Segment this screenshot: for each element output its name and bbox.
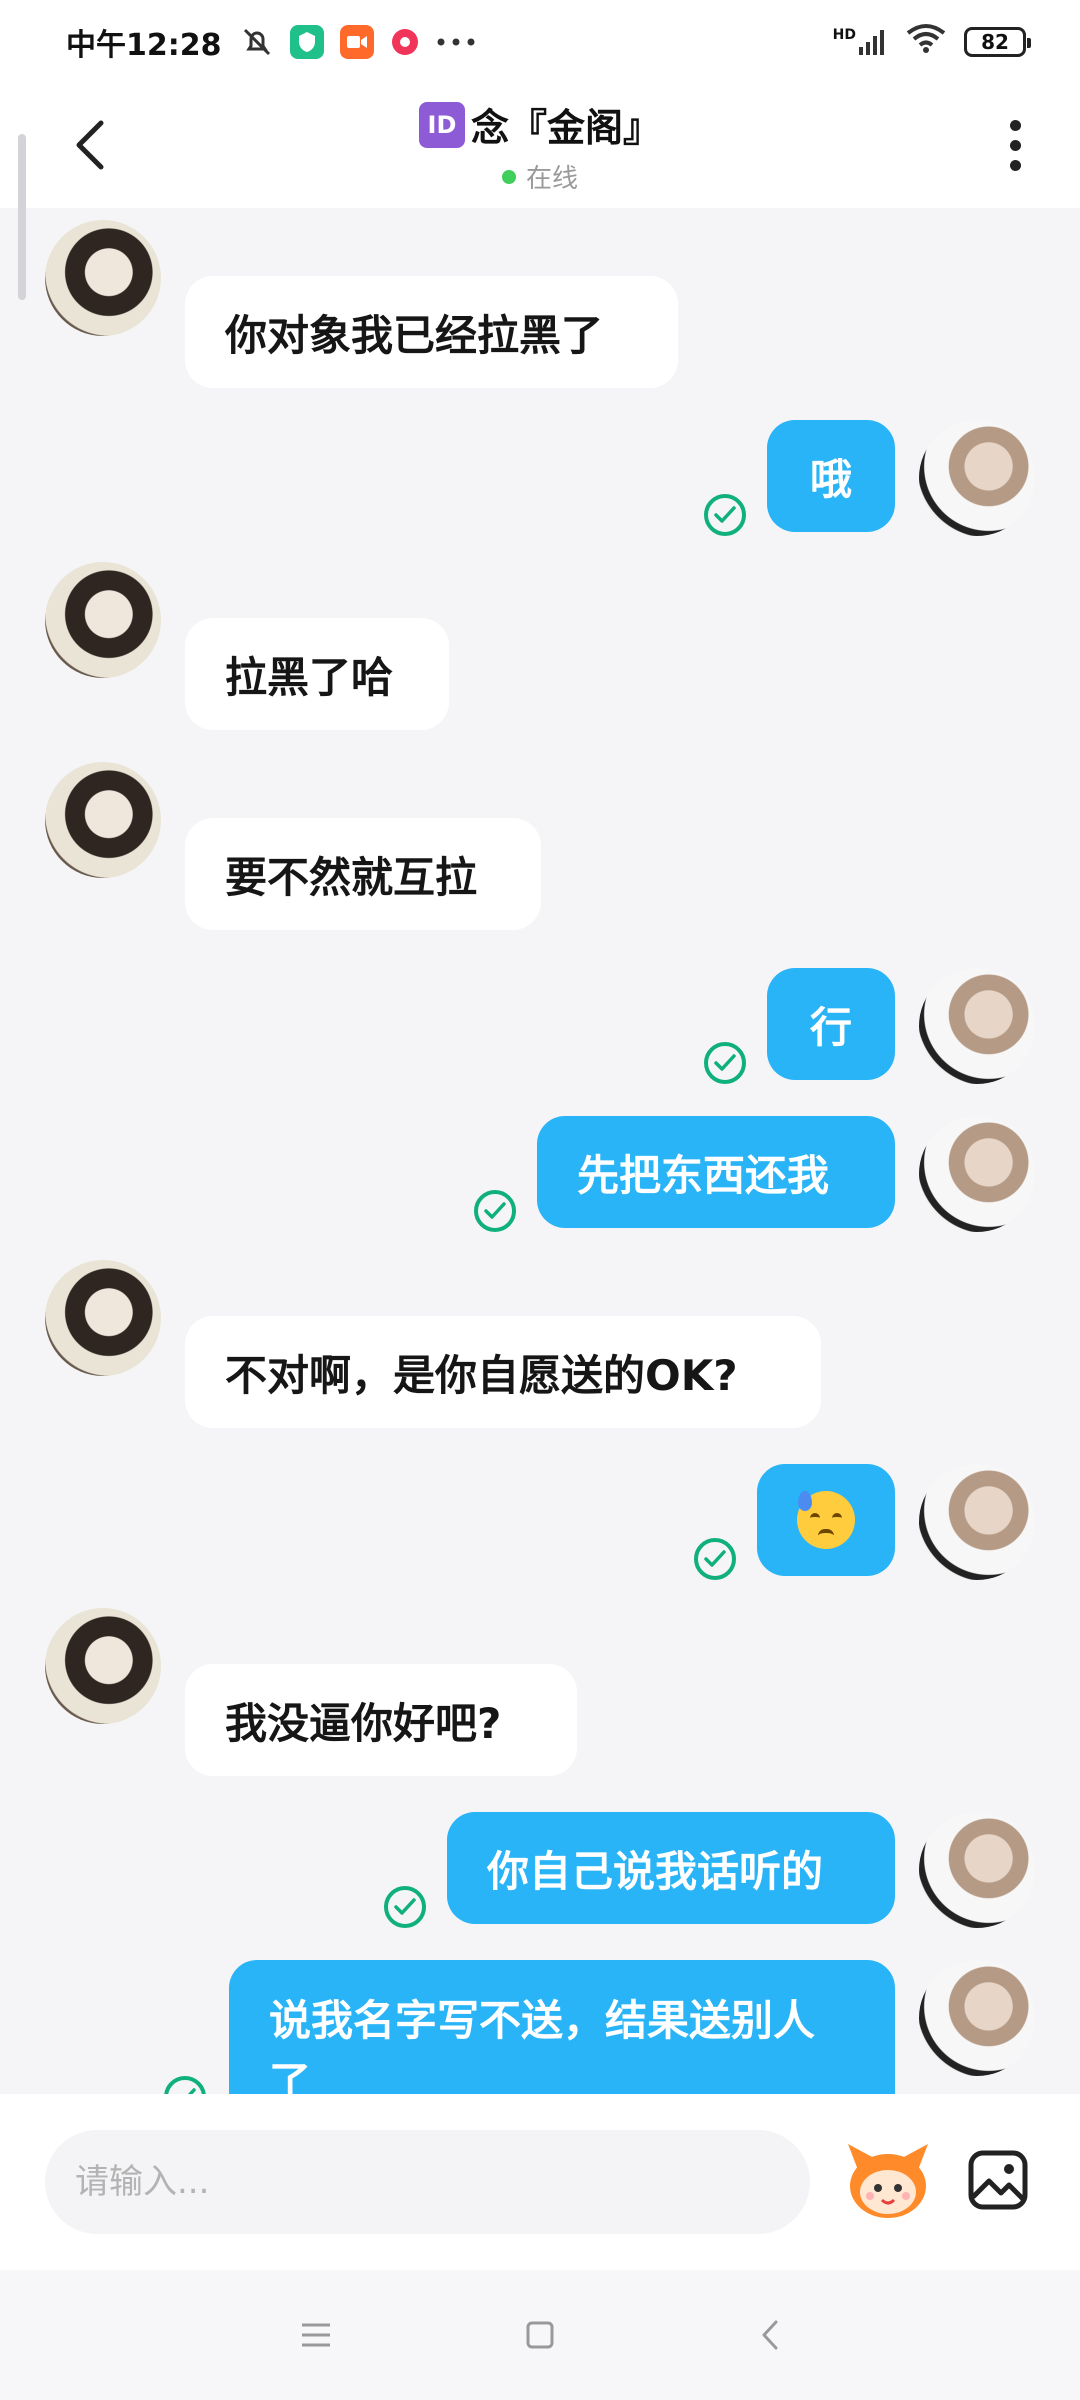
menu-icon	[302, 2323, 330, 2347]
status-bar: 中午12:28 HD 82	[0, 0, 1080, 84]
chat-screen: 中午12:28 HD 82 ID 念『金阁』 在线 你对象我已经拉黑了 哦 拉黑…	[0, 0, 1080, 2400]
message-row: 我没逼你好吧?	[0, 1608, 1080, 1798]
online-status-text: 在线	[525, 164, 578, 194]
message-row: 行	[0, 962, 1080, 1092]
message-input-bar	[0, 2094, 1080, 2270]
image-picker-button[interactable]	[960, 2132, 1036, 2228]
chat-header: ID 念『金阁』 在线	[0, 84, 1080, 208]
home-square-icon	[526, 2321, 554, 2349]
message-row: 拉黑了哈	[0, 562, 1080, 742]
message-row: 不对啊，是你自愿送的OK?	[0, 1260, 1080, 1450]
message-row: 要不然就互拉	[0, 762, 1080, 942]
chat-title-block[interactable]: ID 念『金阁』 在线	[418, 97, 661, 195]
online-dot-icon	[501, 169, 516, 184]
incoming-message[interactable]: 拉黑了哈	[185, 618, 449, 730]
contact-avatar[interactable]	[45, 562, 161, 678]
more-options-button[interactable]	[990, 110, 1040, 180]
more-dot	[1009, 159, 1021, 171]
message-list[interactable]: 你对象我已经拉黑了 哦 拉黑了哈 要不然就互拉 行 先把东西还我 不对啊，是你自…	[0, 208, 1080, 2094]
music-app-icon	[390, 27, 420, 57]
outgoing-message[interactable]: 你自己说我话听的	[447, 1812, 895, 1924]
my-avatar[interactable]	[919, 1812, 1035, 1928]
chevron-left-icon	[76, 120, 104, 170]
contact-name-text: 念『金阁』	[470, 106, 661, 150]
more-dot	[1009, 119, 1021, 131]
video-app-icon	[339, 25, 374, 59]
app-shield-icon	[289, 25, 324, 59]
mute-icon	[240, 25, 274, 59]
contact-avatar[interactable]	[45, 1608, 161, 1724]
message-input[interactable]	[45, 2130, 810, 2234]
sweat-drop	[798, 1491, 812, 1511]
status-right: HD 82	[833, 23, 1031, 61]
emoji-mouth	[818, 1529, 834, 1536]
read-check-icon	[474, 1190, 516, 1232]
message-row: 先把东西还我	[0, 1110, 1080, 1240]
message-row: 你对象我已经拉黑了	[0, 214, 1080, 414]
my-avatar[interactable]	[919, 1464, 1035, 1580]
id-badge: ID	[418, 101, 465, 148]
incoming-message[interactable]: 我没逼你好吧?	[185, 1664, 577, 1776]
my-avatar[interactable]	[919, 968, 1035, 1084]
system-nav-bar	[0, 2270, 1080, 2400]
sticker-mascot-button[interactable]	[840, 2132, 936, 2228]
read-check-icon	[164, 2076, 206, 2094]
back-button[interactable]	[60, 110, 120, 180]
contact-avatar[interactable]	[45, 1260, 161, 1376]
wifi-icon	[906, 23, 946, 61]
online-status: 在线	[419, 158, 661, 195]
outgoing-message[interactable]: 行	[767, 968, 895, 1080]
incoming-message[interactable]: 不对啊，是你自愿送的OK?	[185, 1316, 821, 1428]
read-check-icon	[704, 494, 746, 536]
nav-menu-button[interactable]	[286, 2310, 346, 2360]
more-dot	[1009, 139, 1021, 151]
image-icon	[968, 2150, 1028, 2210]
battery-indicator: 82	[964, 27, 1031, 57]
nav-home-button[interactable]	[510, 2310, 570, 2360]
incoming-message[interactable]: 你对象我已经拉黑了	[185, 276, 678, 388]
message-row: 哦	[0, 414, 1080, 544]
my-avatar[interactable]	[919, 420, 1035, 536]
outgoing-message[interactable]: 哦	[767, 420, 895, 532]
message-row: 你自己说我话听的	[0, 1806, 1080, 1936]
outgoing-message[interactable]: 先把东西还我	[537, 1116, 895, 1228]
read-check-icon	[694, 1538, 736, 1580]
read-check-icon	[384, 1886, 426, 1928]
contact-avatar[interactable]	[45, 762, 161, 878]
status-time: 中午12:28	[66, 28, 222, 63]
read-check-icon	[704, 1042, 746, 1084]
my-avatar[interactable]	[919, 1960, 1035, 2076]
message-row	[0, 1458, 1080, 1588]
outgoing-emoji-message[interactable]	[757, 1464, 895, 1576]
mascot-icon	[848, 2144, 928, 2218]
contact-name: ID 念『金阁』	[418, 97, 661, 152]
contact-avatar[interactable]	[45, 220, 161, 336]
anxious-sweat-emoji-icon	[797, 1491, 855, 1549]
back-arrow-icon	[762, 2320, 778, 2350]
incoming-message[interactable]: 要不然就互拉	[185, 818, 541, 930]
signal-icon: HD	[833, 27, 888, 57]
more-notifications-icon	[436, 37, 476, 47]
nav-back-button[interactable]	[740, 2310, 800, 2360]
outgoing-message[interactable]: 说我名字写不送，结果送别人了	[229, 1960, 895, 2094]
message-row: 说我名字写不送，结果送别人了	[0, 1954, 1080, 2094]
my-avatar[interactable]	[919, 1116, 1035, 1232]
network-type-label: HD	[832, 27, 856, 43]
